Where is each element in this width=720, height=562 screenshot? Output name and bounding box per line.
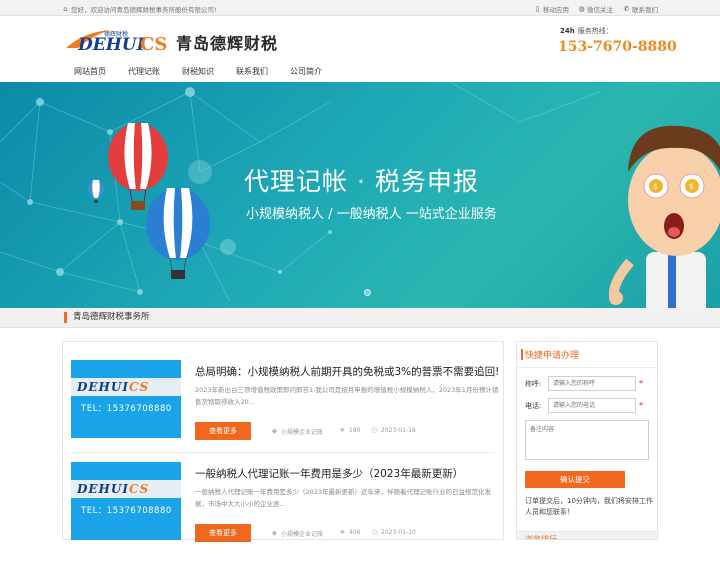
carousel-dot[interactable] xyxy=(364,289,371,296)
phone-row: 电话: * xyxy=(525,398,643,413)
article-list: DEHUICS TEL：15376708880 总局明确：小规模纳税人前期开具的… xyxy=(62,341,504,542)
article-thumbnail[interactable]: DEHUICS TEL：15376708880 xyxy=(71,360,181,438)
nav-about[interactable]: 公司简介 xyxy=(279,64,333,82)
divider xyxy=(71,452,495,453)
clock-icon: ◷ xyxy=(371,426,378,434)
quick-apply-panel: 快捷申请办理 称呼: * 电话: * 确认提交 订单提交后，10分钟内，我们将安… xyxy=(516,341,658,540)
contact-link[interactable]: ✆ 联系我们 xyxy=(623,4,658,14)
thumb-logo: DEHUICS xyxy=(77,482,150,496)
logo[interactable]: DEHUI CS 德辉财税 xyxy=(64,26,174,56)
logo-mark-text: DEHUI xyxy=(77,35,146,55)
article-category-label: 小规模企业记账 xyxy=(281,531,324,538)
home-icon: ⌂ xyxy=(63,4,68,13)
article-views-count: 180 xyxy=(349,427,361,434)
read-more-button[interactable]: 查看更多 xyxy=(195,524,251,542)
article-thumbnail[interactable]: DEHUICS TEL：15376708880 xyxy=(71,462,181,540)
thumb-logo: DEHUICS xyxy=(77,380,150,394)
name-row: 称呼: * xyxy=(525,376,643,391)
required-mark: * xyxy=(639,379,643,388)
brand-name: 青岛德辉财税 xyxy=(176,34,279,53)
hotline-phone: 153-7670-8880 xyxy=(558,39,677,55)
article-title[interactable]: 总局明确：小规模纳税人前期开具的免税或3%的普票不需要追回! xyxy=(195,364,499,379)
star-icon: ★ xyxy=(339,528,346,536)
cartoon-man: $ $ xyxy=(608,125,720,308)
banner-title: 代理记帐 · 税务申报 xyxy=(244,167,479,196)
name-label: 称呼: xyxy=(525,379,542,388)
phone-input[interactable] xyxy=(548,398,636,413)
hotline: 24h 服务热线： xyxy=(560,26,613,36)
mobile-link-label: 移动应用 xyxy=(543,6,569,14)
submit-note: 订单提交后，10分钟内，我们将安排工作人员和您联系！ xyxy=(525,497,653,516)
hotline-24h-icon: 24h xyxy=(560,27,575,35)
wechat-icon: ◍ xyxy=(578,4,585,13)
tag-icon: ◆ xyxy=(271,529,278,537)
contact-link-label: 联系我们 xyxy=(632,6,658,14)
article-category[interactable]: ◆ 小规模企业记账 xyxy=(271,529,324,539)
mobile-icon: ▯ xyxy=(535,4,540,13)
section-bar: 青岛德辉财税事务所 xyxy=(0,308,720,328)
article-category-label: 小规模企业记账 xyxy=(281,429,324,436)
star-icon: ★ xyxy=(339,426,346,434)
read-more-button[interactable]: 查看更多 xyxy=(195,422,251,440)
quick-apply-heading: 快捷申请办理 xyxy=(517,342,657,368)
remark-textarea[interactable] xyxy=(525,420,649,460)
article-date: ◷ 2023-01-16 xyxy=(371,426,416,435)
required-mark: * xyxy=(639,401,643,410)
article-item: DEHUICS TEL：15376708880 一般纳税人代理记账一年费用是多少… xyxy=(71,462,495,562)
phone-label: 电话: xyxy=(525,401,542,410)
thumb-tel: TEL：15376708880 xyxy=(81,506,172,516)
welcome-text: 您好，欢迎访问青岛德辉财税事务所股份有限公司! xyxy=(71,6,217,14)
svg-text:$: $ xyxy=(689,182,694,191)
logo-mark-cs: CS xyxy=(140,34,167,55)
article-desc: 一般纳税人代理记账一年费用是多少（2023年最新更新）近年来，伴随着代理记账行业… xyxy=(195,488,492,508)
clock-icon: ◷ xyxy=(371,528,378,536)
ranking-heading: 浏览排行 xyxy=(517,531,657,539)
thumb-tel: TEL：15376708880 xyxy=(81,404,172,414)
main-nav: 网站首页 代理记账 财税知识 联系我们 公司简介 xyxy=(62,64,333,82)
article-date-text: 2023-01-10 xyxy=(381,529,416,536)
nav-tax-knowledge[interactable]: 财税知识 xyxy=(171,64,225,82)
submit-button[interactable]: 确认提交 xyxy=(525,471,625,488)
tag-icon: ◆ xyxy=(271,427,278,435)
mobile-link[interactable]: ▯ 移动应用 xyxy=(534,4,569,14)
article-views: ★ 406 xyxy=(339,528,361,537)
article-title[interactable]: 一般纳税人代理记账一年费用是多少（2023年最新更新） xyxy=(195,466,463,481)
section-title: 青岛德辉财税事务所 xyxy=(64,312,150,323)
article-category[interactable]: ◆ 小规模企业记账 xyxy=(271,427,324,437)
balloon-blue xyxy=(146,188,210,279)
article-date-text: 2023-01-16 xyxy=(381,427,416,434)
article-views: ★ 180 xyxy=(339,426,361,435)
logo-graphic: DEHUI CS 德辉财税 xyxy=(66,30,167,55)
article-desc: 2023年新出台三项增值税政策即问即答1.我公司是按月申报的增值税小规模纳税人，… xyxy=(195,386,499,406)
article-date: ◷ 2023-01-10 xyxy=(371,528,416,537)
wechat-link[interactable]: ◍ 微信关注 xyxy=(578,4,613,14)
phone-icon: ✆ xyxy=(623,4,630,13)
logo-small-text: 德辉财税 xyxy=(104,30,128,38)
hero-banner[interactable]: $ $ 代理记帐 · 税务申报 小规模纳税人 / 一般纳税人 一站式企业服务 xyxy=(0,82,720,308)
nav-bookkeeping[interactable]: 代理记账 xyxy=(117,64,171,82)
top-bar: ⌂ 您好，欢迎访问青岛德辉财税事务所股份有限公司! ▯ 移动应用 ◍ 微信关注 … xyxy=(0,0,720,16)
welcome-text-wrap: ⌂ 您好，欢迎访问青岛德辉财税事务所股份有限公司! xyxy=(62,4,217,14)
article-views-count: 406 xyxy=(349,529,361,536)
banner-subtitle: 小规模纳税人 / 一般纳税人 一站式企业服务 xyxy=(246,207,497,222)
svg-text:$: $ xyxy=(653,182,658,191)
article-item: DEHUICS TEL：15376708880 总局明确：小规模纳税人前期开具的… xyxy=(71,360,499,460)
balloon-small xyxy=(88,180,104,203)
name-input[interactable] xyxy=(548,376,636,391)
nav-home[interactable]: 网站首页 xyxy=(62,64,117,82)
wechat-link-label: 微信关注 xyxy=(587,6,613,14)
nav-contact[interactable]: 联系我们 xyxy=(225,64,279,82)
hotline-label: 服务热线： xyxy=(577,27,613,35)
